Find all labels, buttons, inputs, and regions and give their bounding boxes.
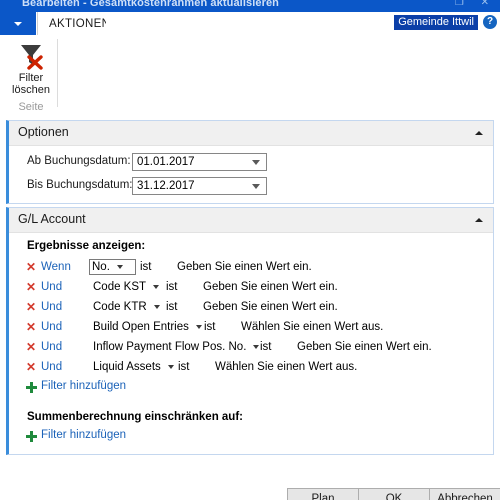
filter-conjunction[interactable]: Und: [41, 340, 62, 354]
ribbon: Filter löschen Seite: [0, 35, 500, 119]
filter-dialog-window: Bearbeiten - Gesamtkostenrahmen aktualis…: [0, 0, 500, 500]
gl-account-panel-header[interactable]: G/L Account: [9, 208, 493, 233]
filter-operator[interactable]: ist: [260, 340, 272, 354]
window-title: Bearbeiten - Gesamtkostenrahmen aktualis…: [22, 0, 279, 9]
ribbon-divider: [57, 39, 58, 107]
filter-field-name: Code KTR: [93, 301, 147, 313]
chevron-down-icon: [14, 21, 22, 26]
filter-row: ✕ Und Inflow Payment Flow Pos. No. ist G…: [9, 339, 493, 356]
bis-buchungsdatum-input[interactable]: 31.12.2017: [132, 177, 267, 195]
filter-conjunction[interactable]: Und: [41, 320, 62, 334]
delete-filter-icon[interactable]: ✕: [26, 340, 36, 354]
filter-value-hint[interactable]: Wählen Sie einen Wert aus.: [241, 320, 383, 334]
quick-access-menu-button[interactable]: [0, 12, 36, 35]
plan-button[interactable]: Plan: [287, 488, 359, 500]
filter-conjunction[interactable]: Wenn: [41, 260, 71, 274]
options-collapse-button[interactable]: [471, 125, 487, 141]
delete-filter-icon[interactable]: ✕: [26, 280, 36, 294]
filter-clear-button[interactable]: Filter löschen: [2, 38, 60, 96]
chevron-down-icon[interactable]: [252, 160, 260, 165]
window-controls[interactable]: ❐ ✕: [455, 0, 496, 8]
ribbon-group-title: Seite: [18, 101, 44, 113]
totaling-label: Summenberechnung einschränken auf:: [27, 411, 243, 423]
cancel-button[interactable]: Abbrechen: [429, 488, 500, 500]
filter-field-select[interactable]: Inflow Payment Flow Pos. No.: [91, 339, 261, 355]
chevron-up-icon: [475, 218, 483, 222]
filter-operator[interactable]: ist: [166, 300, 178, 314]
gl-account-panel-title: G/L Account: [18, 212, 86, 226]
chevron-down-icon: [195, 325, 202, 329]
options-panel-title: Optionen: [18, 125, 69, 139]
filter-field-name: Build Open Entries: [93, 321, 189, 333]
bis-buchungsdatum-value: 31.12.2017: [137, 180, 195, 192]
company-badge: Gemeinde Ittwil: [394, 15, 478, 30]
filter-field-name: Inflow Payment Flow Pos. No.: [93, 341, 247, 353]
filter-value-hint[interactable]: Geben Sie einen Wert ein.: [203, 280, 338, 294]
chevron-down-icon: [253, 345, 260, 349]
title-bar: Bearbeiten - Gesamtkostenrahmen aktualis…: [0, 0, 500, 12]
results-label: Ergebnisse anzeigen:: [27, 240, 146, 252]
filter-row: ✕ Und Code KST ist Geben Sie einen Wert …: [9, 279, 493, 296]
chevron-down-icon: [167, 365, 174, 369]
filter-conjunction[interactable]: Und: [41, 280, 62, 294]
gl-account-collapse-button[interactable]: [471, 212, 487, 228]
filter-field-name: Liquid Assets: [93, 361, 161, 373]
filter-row: ✕ Und Build Open Entries ist Wählen Sie …: [9, 319, 493, 336]
filter-field-select[interactable]: Code KTR: [91, 299, 162, 315]
filter-field-select[interactable]: No.: [89, 259, 136, 275]
dialog-button-bar: Plan OK Abbrechen: [0, 488, 500, 500]
field-row-ab-buchungsdatum: Ab Buchungsdatum: 01.01.2017: [9, 153, 493, 171]
chevron-down-icon: [153, 285, 160, 289]
ab-buchungsdatum-label: Ab Buchungsdatum:: [27, 155, 131, 167]
filter-conjunction[interactable]: Und: [41, 300, 62, 314]
options-panel: Optionen Ab Buchungsdatum: 01.01.2017 Bi…: [6, 120, 494, 204]
help-icon[interactable]: ?: [483, 15, 497, 29]
field-row-bis-buchungsdatum: Bis Buchungsdatum: 31.12.2017: [9, 177, 493, 195]
filter-conjunction[interactable]: Und: [41, 360, 62, 374]
filter-row: ✕ Und Code KTR ist Geben Sie einen Wert …: [9, 299, 493, 316]
filter-operator[interactable]: ist: [166, 280, 178, 294]
filter-clear-label-line2: löschen: [12, 84, 50, 96]
plus-icon: [26, 430, 37, 443]
chevron-down-icon: [153, 305, 160, 309]
filter-clear-label: Filter löschen: [12, 72, 50, 96]
plus-icon: [26, 381, 37, 394]
delete-filter-icon[interactable]: ✕: [26, 320, 36, 334]
filter-field-select[interactable]: Code KST: [91, 279, 161, 295]
filter-clear-label-line1: Filter: [18, 72, 44, 84]
ok-button[interactable]: OK: [358, 488, 430, 500]
gl-account-panel: G/L Account Ergebnisse anzeigen: ✕ Wenn …: [6, 207, 494, 455]
filter-value-hint[interactable]: Geben Sie einen Wert ein.: [297, 340, 432, 354]
delete-filter-icon[interactable]: ✕: [26, 360, 36, 374]
dialog-content: Optionen Ab Buchungsdatum: 01.01.2017 Bi…: [0, 118, 500, 500]
filter-value-hint[interactable]: Geben Sie einen Wert ein.: [203, 300, 338, 314]
add-filter-label: Filter hinzufügen: [41, 380, 127, 392]
tab-strip: AKTIONEN Gemeinde Ittwil ?: [0, 12, 500, 36]
filter-field-select[interactable]: Liquid Assets: [91, 359, 176, 375]
filter-row: ✕ Wenn No. ist Geben Sie einen Wert ein.: [9, 259, 493, 276]
bis-buchungsdatum-label: Bis Buchungsdatum:: [27, 179, 133, 191]
ribbon-group-seite: Filter löschen Seite: [2, 35, 60, 117]
chevron-up-icon: [475, 131, 483, 135]
filter-operator[interactable]: ist: [204, 320, 216, 334]
filter-value-hint[interactable]: Geben Sie einen Wert ein.: [177, 260, 312, 274]
ab-buchungsdatum-input[interactable]: 01.01.2017: [132, 153, 267, 171]
delete-filter-icon[interactable]: ✕: [26, 300, 36, 314]
filter-field-name: Code KST: [93, 281, 147, 293]
chevron-down-icon[interactable]: [252, 184, 260, 189]
ab-buchungsdatum-value: 01.01.2017: [137, 156, 195, 168]
options-panel-header[interactable]: Optionen: [9, 121, 493, 146]
filter-field-select[interactable]: Build Open Entries: [91, 319, 204, 335]
filter-operator[interactable]: ist: [178, 360, 190, 374]
filter-operator[interactable]: ist: [140, 260, 152, 274]
filter-field-name: No.: [92, 261, 110, 273]
chevron-down-icon: [116, 265, 123, 269]
delete-filter-icon[interactable]: ✕: [26, 260, 36, 274]
filter-row: ✕ Und Liquid Assets ist Wählen Sie einen…: [9, 359, 493, 376]
filter-value-hint[interactable]: Wählen Sie einen Wert aus.: [215, 360, 357, 374]
tab-aktionen-label: AKTIONEN: [49, 17, 111, 30]
filter-clear-icon: [16, 40, 46, 70]
add-filter-label-totaling: Filter hinzufügen: [41, 429, 127, 441]
